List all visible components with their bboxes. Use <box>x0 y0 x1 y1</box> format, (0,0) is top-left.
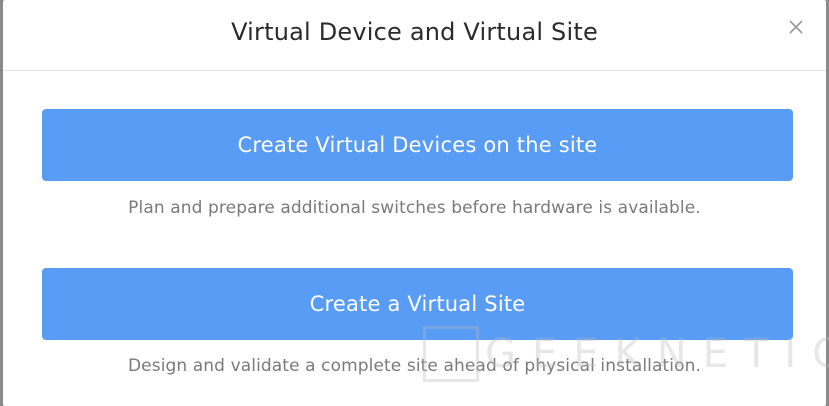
create-virtual-devices-button[interactable]: Create Virtual Devices on the site <box>42 109 793 181</box>
create-virtual-site-button[interactable]: Create a Virtual Site <box>42 268 793 340</box>
virtual-device-site-dialog: Virtual Device and Virtual Site Create V… <box>3 0 829 406</box>
dialog-title: Virtual Device and Virtual Site <box>231 18 598 46</box>
close-icon[interactable] <box>786 17 806 37</box>
create-virtual-site-description: Design and validate a complete site ahea… <box>127 356 701 376</box>
create-virtual-devices-description: Plan and prepare additional switches bef… <box>128 198 701 218</box>
dialog-header: Virtual Device and Virtual Site <box>3 0 826 71</box>
